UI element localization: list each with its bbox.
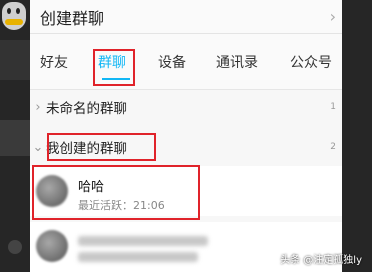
- tab-friends[interactable]: 好友: [40, 34, 68, 90]
- avatar: [36, 230, 68, 262]
- left-sidebar: [0, 0, 30, 272]
- group-section-label: 未命名的群聊: [46, 101, 127, 117]
- tab-official-accounts[interactable]: 公众号: [290, 34, 332, 90]
- sidebar-panel: [0, 40, 30, 80]
- group-count: 1: [330, 102, 336, 112]
- sidebar-panel: [0, 120, 30, 156]
- chevron-right-icon[interactable]: ›: [330, 7, 336, 26]
- tab-contacts[interactable]: 通讯录: [216, 34, 258, 90]
- watermark: 头条 @注定孤独ly: [280, 255, 362, 266]
- highlight-box: [47, 133, 156, 161]
- tab-label: 设备: [158, 55, 186, 71]
- tab-devices[interactable]: 设备: [158, 34, 186, 90]
- sidebar-avatar[interactable]: [8, 240, 22, 254]
- tab-label: 通讯录: [216, 55, 258, 71]
- tab-label: 公众号: [290, 55, 332, 71]
- blurred-chat-name: [78, 236, 208, 246]
- right-sidebar: [342, 0, 372, 272]
- tab-label: 好友: [40, 55, 68, 71]
- blurred-chat-status: [78, 252, 198, 262]
- highlight-box: [32, 165, 200, 220]
- qq-penguin-icon[interactable]: [2, 2, 26, 30]
- group-section-unnamed[interactable]: › 未命名的群聊 1: [30, 94, 342, 120]
- page-title: 创建群聊: [40, 8, 105, 28]
- panel-header: 创建群聊 ›: [30, 0, 342, 34]
- group-count: 2: [330, 142, 336, 152]
- tab-bar: 好友 群聊 设备 通讯录 公众号: [30, 34, 342, 90]
- chevron-right-icon: ›: [35, 99, 41, 115]
- highlight-box: [93, 49, 135, 86]
- chevron-down-icon: ⌄: [32, 139, 44, 155]
